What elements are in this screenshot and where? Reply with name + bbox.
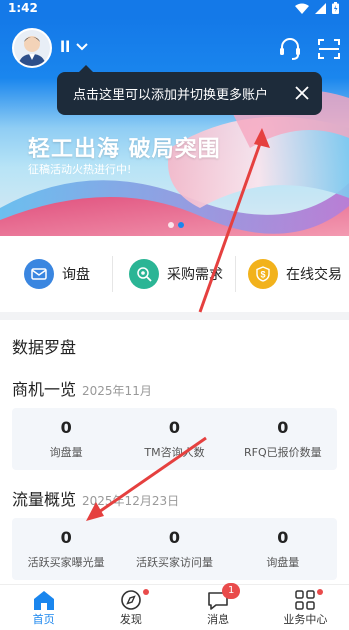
stat-tm-consults[interactable]: 0 TM咨询人数: [120, 408, 228, 470]
bottom-tab-bar: 首页 发现 1 消息 业务中心: [0, 583, 349, 630]
svg-text:$: $: [260, 270, 265, 280]
signal-icon: [315, 2, 326, 14]
stat-buyer-visits[interactable]: 0 活跃买家访问量: [120, 518, 228, 580]
quick-action-label: 采购需求: [167, 267, 223, 283]
banner-pagination: [168, 222, 184, 228]
grid-apps-icon: [295, 590, 316, 610]
status-time: 1:42: [8, 1, 38, 15]
stat-value: 0: [277, 528, 289, 547]
stat-inquiries[interactable]: 0 询盘量: [12, 408, 120, 470]
stat-value: 0: [168, 418, 181, 437]
traffic-title: 流量概览: [12, 490, 77, 509]
section-title: 数据罗盘: [12, 338, 77, 357]
quick-action-label: 在线交易: [286, 267, 342, 283]
quick-action-label: 询盘: [62, 267, 90, 283]
notification-dot: [317, 589, 324, 595]
stat-label: 活跃买家访问量: [135, 556, 213, 569]
business-date: 2025年11月: [82, 384, 152, 398]
tab-label: 首页: [32, 613, 55, 626]
stat-label: RFQ已报价数量: [244, 446, 322, 459]
user-avatar[interactable]: [12, 28, 52, 68]
wifi-icon: [295, 3, 309, 14]
mail-icon: [24, 259, 54, 289]
stat-value: 0: [60, 418, 72, 437]
quick-action-purchase[interactable]: 采购需求: [129, 259, 223, 289]
header-banner: ll 轻工出海 破局突围 征稿活动火热进行中!: [0, 18, 349, 236]
traffic-stats: 0 活跃买家曝光量 0 活跃买家访问量 0 询盘量: [12, 518, 337, 580]
data-compass-section: 数据罗盘 商机一览 2025年11月 0 询盘量 0 TM咨询人数 0 RFQ已报…: [0, 320, 349, 584]
business-title: 商机一览: [12, 380, 77, 399]
tooltip-text: 点击这里可以添加并切换更多账户: [73, 88, 269, 103]
tab-label: 发现: [119, 613, 142, 626]
stat-value: 0: [277, 418, 289, 437]
pagination-dot: [168, 222, 174, 228]
status-bar: 1:42: [0, 0, 349, 18]
account-tooltip: 点击这里可以添加并切换更多账户: [57, 65, 322, 115]
close-icon[interactable]: [294, 85, 310, 101]
chevron-down-icon: [76, 43, 89, 51]
stat-buyer-exposure[interactable]: 0 活跃买家曝光量: [12, 518, 120, 580]
tab-discover[interactable]: 发现: [87, 585, 174, 630]
dollar-shield-icon: $: [248, 259, 278, 289]
traffic-overview-header: 流量概览 2025年12月23日: [12, 486, 179, 510]
stat-value: 0: [60, 528, 72, 547]
notification-dot: [142, 589, 149, 595]
pagination-dot-active: [178, 222, 184, 228]
tab-messages[interactable]: 1 消息: [175, 583, 262, 630]
quick-action-inquiry[interactable]: 询盘: [24, 259, 90, 289]
compass-icon: [121, 590, 141, 610]
business-overview-header: 商机一览 2025年11月: [12, 376, 152, 400]
stat-value: 0: [168, 528, 181, 547]
traffic-date: 2025年12月23日: [82, 494, 180, 508]
banner-subtitle: 征稿活动火热进行中!: [28, 163, 132, 176]
status-icons: [295, 2, 339, 14]
divider: [235, 256, 236, 292]
stat-inquiries-traffic[interactable]: 0 询盘量: [229, 518, 337, 580]
search-target-icon: [129, 259, 159, 289]
quick-actions: 询盘 采购需求 $ 在线交易: [0, 236, 349, 312]
stat-rfq-quoted[interactable]: 0 RFQ已报价数量: [229, 408, 337, 470]
stat-label: 询盘量: [266, 556, 300, 569]
account-name: ll: [60, 38, 71, 56]
account-switcher[interactable]: ll: [60, 38, 89, 56]
scan-icon[interactable]: [316, 36, 342, 62]
divider: [112, 256, 113, 292]
stat-label: 询盘量: [49, 446, 83, 459]
message-badge: 1: [222, 583, 241, 599]
customer-service-icon[interactable]: [277, 36, 303, 62]
avatar-person-icon: [14, 30, 50, 66]
quick-action-trade[interactable]: $ 在线交易: [248, 259, 342, 289]
stat-label: TM咨询人数: [144, 446, 205, 459]
battery-icon: [332, 2, 339, 14]
tab-home[interactable]: 首页: [0, 585, 87, 630]
business-stats: 0 询盘量 0 TM咨询人数 0 RFQ已报价数量: [12, 408, 337, 470]
home-icon: [33, 591, 54, 610]
tab-label: 业务中心: [283, 613, 328, 626]
banner-title: 轻工出海 破局突围: [28, 137, 221, 162]
stat-label: 活跃买家曝光量: [27, 556, 105, 569]
tab-label: 消息: [207, 613, 230, 626]
tab-business-center[interactable]: 业务中心: [262, 585, 349, 630]
